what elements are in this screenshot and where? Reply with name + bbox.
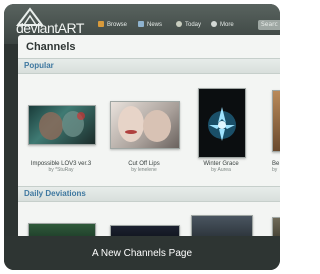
artwork-image [39,111,85,140]
section-title: Daily Deviations [24,189,86,198]
thumbnail-partial[interactable] [272,90,280,152]
news-icon [138,21,144,27]
artwork-image [208,107,236,141]
nav-today[interactable]: Today [176,21,201,28]
artwork-byline[interactable]: by Aurea [176,167,266,173]
caption-bar: A New Channels Page [4,236,280,270]
screenshot-frame: deviantART Browse News Today More Searc … [4,4,280,270]
nav-browse[interactable]: Browse [98,21,127,28]
nav-news[interactable]: News [138,21,162,28]
artwork-image [118,106,171,142]
thumbnail-winter-grace[interactable] [198,88,246,158]
artwork-byline[interactable]: by *StuRay [16,167,106,173]
section-title: Popular [24,61,54,70]
thumbnail-impossible-lov3[interactable] [28,105,96,145]
section-daily-deviations: Daily Deviations [18,186,280,202]
nav-more[interactable]: More [211,21,234,28]
logo-text[interactable]: deviantART [16,20,84,36]
nav-label: More [220,22,234,28]
more-icon [211,21,217,27]
artwork-byline[interactable]: by [272,167,280,173]
nav-label: Browse [107,22,128,28]
page-title: Channels [26,41,76,53]
search-input[interactable]: Searc [258,20,280,30]
section-popular: Popular [18,58,280,74]
channels-page: Channels Popular Impossible LOV3 ver.3 b… [16,35,280,245]
thumbnail-cut-off-lips[interactable] [110,101,180,149]
artwork-caption: Impossible LOV3 ver.3 by *StuRay [16,161,106,173]
artwork-caption: Be by [272,161,280,173]
caption-text: A New Channels Page [91,248,193,259]
today-icon [176,21,182,27]
nav-label: News [147,22,163,28]
browse-icon [98,21,104,27]
nav-label: Today [185,22,202,28]
artwork-caption: Winter Grace by Aurea [176,161,266,173]
